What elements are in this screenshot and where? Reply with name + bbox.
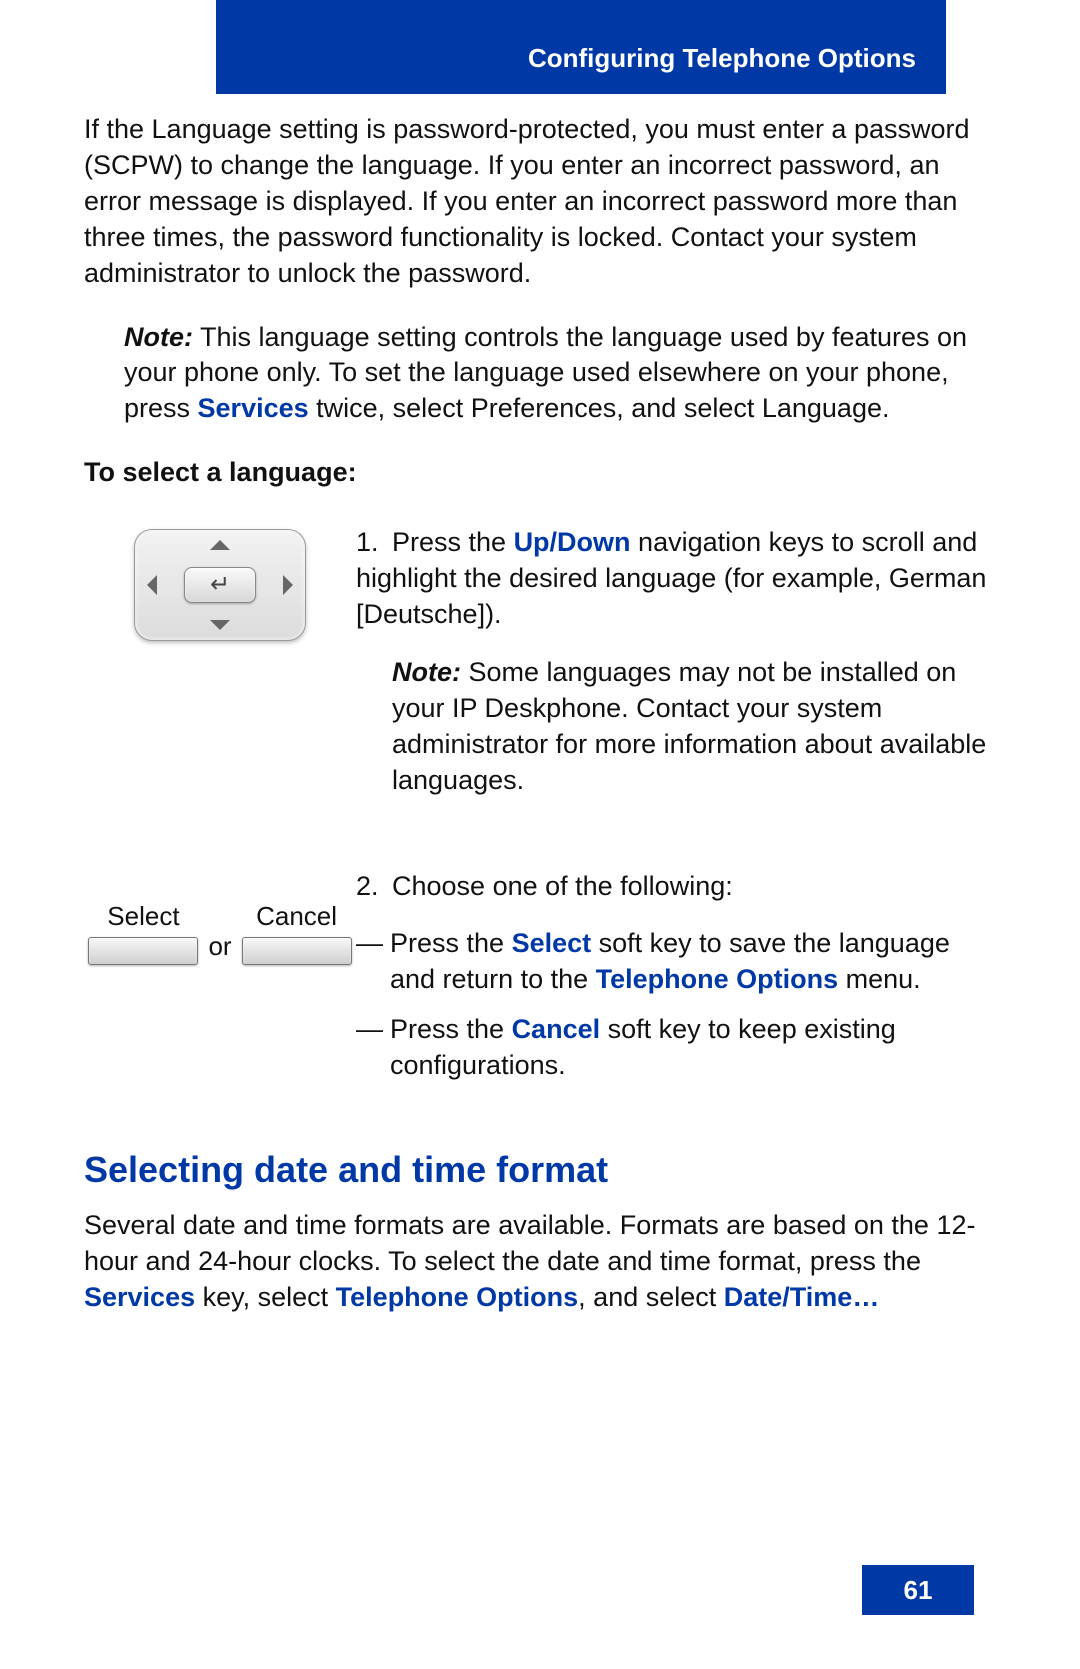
subheading: To select a language: bbox=[84, 455, 996, 491]
page-number: 61 bbox=[862, 1565, 974, 1615]
note-label: Note: bbox=[124, 322, 193, 352]
enter-key-icon: ↵ bbox=[184, 567, 256, 603]
step-1-graphic-col: ↵ bbox=[84, 525, 356, 641]
section-mid1: key, select bbox=[195, 1282, 336, 1312]
step-1-note-text: Some languages may not be installed on y… bbox=[392, 657, 986, 795]
intro-paragraph: If the Language setting is password-prot… bbox=[84, 112, 996, 292]
cancel-softkey-button-icon bbox=[242, 937, 352, 965]
step-2: Select or Cancel 2.Choose one of the fol… bbox=[84, 869, 996, 1091]
opt-b-pre: Press the bbox=[390, 1014, 512, 1044]
nav-keypad-icon: ↵ bbox=[134, 529, 306, 641]
cancel-softkey-label: Cancel bbox=[256, 899, 337, 934]
select-link: Select bbox=[512, 928, 592, 958]
section-mid2: , and select bbox=[578, 1282, 724, 1312]
services-link: Services bbox=[198, 393, 309, 423]
section-heading: Selecting date and time format bbox=[84, 1146, 996, 1194]
opt-a-pre: Press the bbox=[390, 928, 512, 958]
page-header: Configuring Telephone Options bbox=[216, 0, 946, 94]
select-softkey-button-icon bbox=[88, 937, 198, 965]
cancel-link: Cancel bbox=[512, 1014, 601, 1044]
step-2-lead-text: Choose one of the following: bbox=[392, 871, 733, 901]
opt-a-post: menu. bbox=[838, 964, 921, 994]
select-softkey-label: Select bbox=[107, 899, 179, 934]
cancel-softkey: Cancel bbox=[242, 899, 352, 966]
step-1-number: 1. bbox=[356, 525, 392, 561]
step-2-option-b-text: Press the Cancel soft key to keep existi… bbox=[390, 1012, 996, 1084]
services-key-link: Services bbox=[84, 1282, 195, 1312]
section-paragraph: Several date and time formats are availa… bbox=[84, 1208, 996, 1316]
softkey-or: or bbox=[208, 929, 231, 964]
dash-icon: — bbox=[356, 926, 390, 998]
note-block: Note: This language setting controls the… bbox=[124, 320, 996, 428]
note-text-after: twice, select Preferences, and select La… bbox=[309, 393, 890, 423]
dash-icon: — bbox=[356, 1012, 390, 1084]
step-1-note-label: Note: bbox=[392, 657, 461, 687]
left-arrow-icon bbox=[147, 575, 157, 595]
up-down-link: Up/Down bbox=[514, 527, 631, 557]
down-arrow-icon bbox=[210, 620, 230, 630]
date-time-link: Date/Time… bbox=[724, 1282, 880, 1312]
page-content: If the Language setting is password-prot… bbox=[84, 112, 996, 1338]
step-2-number: 2. bbox=[356, 869, 392, 905]
step-1: ↵ 1.Press the Up/Down navigation keys to… bbox=[84, 525, 996, 820]
telephone-options-link: Telephone Options bbox=[596, 964, 839, 994]
steps-list: ↵ 1.Press the Up/Down navigation keys to… bbox=[84, 525, 996, 1090]
step-2-option-a-text: Press the Select soft key to save the la… bbox=[390, 926, 996, 998]
step-1-note: Note: Some languages may not be installe… bbox=[392, 655, 996, 799]
select-softkey: Select bbox=[88, 899, 198, 966]
step-2-lead: 2.Choose one of the following: bbox=[356, 869, 996, 905]
step-1-text: 1.Press the Up/Down navigation keys to s… bbox=[356, 525, 996, 820]
step-2-option-a: — Press the Select soft key to save the … bbox=[356, 926, 996, 998]
step-1-pre: Press the bbox=[392, 527, 514, 557]
step-2-graphic-col: Select or Cancel bbox=[84, 869, 356, 966]
telephone-options-link-2: Telephone Options bbox=[336, 1282, 579, 1312]
section-pre: Several date and time formats are availa… bbox=[84, 1210, 975, 1276]
page-header-title: Configuring Telephone Options bbox=[528, 41, 916, 76]
softkey-group: Select or Cancel bbox=[84, 899, 356, 966]
step-1-instruction: 1.Press the Up/Down navigation keys to s… bbox=[356, 525, 996, 633]
step-2-option-b: — Press the Cancel soft key to keep exis… bbox=[356, 1012, 996, 1084]
right-arrow-icon bbox=[283, 575, 293, 595]
step-2-text: 2.Choose one of the following: — Press t… bbox=[356, 869, 996, 1091]
up-arrow-icon bbox=[210, 540, 230, 550]
